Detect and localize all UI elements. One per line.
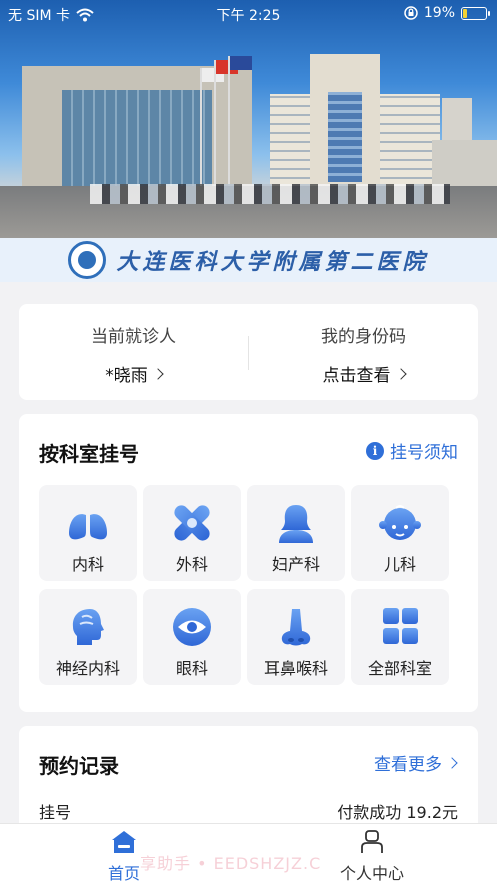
- hospital-logo-icon: [68, 241, 107, 279]
- section-title: 按科室挂号: [39, 442, 139, 466]
- lungs-icon: [69, 505, 107, 540]
- flagpole: [228, 56, 252, 188]
- dept-tile-internal-medicine[interactable]: 内科: [39, 485, 137, 581]
- home-icon: [112, 831, 136, 853]
- grid-icon: [383, 608, 418, 644]
- patient-card: 当前就诊人 *晓雨 我的身份码 点击查看: [19, 304, 478, 400]
- view-more-label: 查看更多: [374, 755, 442, 775]
- info-icon: i: [366, 441, 384, 460]
- dept-label: 儿科: [383, 555, 416, 574]
- building-tower: [310, 54, 380, 186]
- hospital-banner: 大连医科大学附属第二医院: [0, 238, 497, 282]
- chevron-right-icon: [446, 756, 458, 769]
- head-brain-icon: [72, 609, 104, 645]
- dept-label: 神经内科: [55, 659, 120, 678]
- department-registration-card: 按科室挂号 i 挂号须知 内科 外科 妇产科 儿科 神经内科 眼科 耳鼻喉科 全…: [19, 414, 478, 712]
- dept-label: 外科: [175, 555, 208, 574]
- flagpole: [214, 60, 238, 188]
- dept-tile-pediatrics[interactable]: 儿科: [351, 485, 449, 581]
- dept-tile-surgery[interactable]: 外科: [143, 485, 241, 581]
- building-left: [22, 66, 252, 192]
- dept-label: 内科: [71, 555, 104, 574]
- eye-icon: [173, 608, 211, 646]
- dept-label: 耳鼻喉科: [263, 659, 328, 678]
- appointment-status[interactable]: 付款成功 19.2元: [337, 799, 458, 823]
- bandage-icon: [174, 505, 210, 541]
- dept-label: 眼科: [175, 659, 208, 678]
- baby-icon: [379, 505, 421, 540]
- chevron-right-icon: [152, 367, 164, 380]
- battery-charging-icon: [461, 6, 490, 20]
- status-bar: 无 SIM 卡 下午 2:25 19%: [0, 0, 497, 26]
- person-icon: [361, 830, 383, 853]
- woman-icon: [279, 505, 313, 543]
- id-code-label: 我的身份码: [321, 327, 406, 347]
- chevron-right-icon: [394, 367, 407, 380]
- hospital-photo: 无 SIM 卡 下午 2:25 19%: [0, 0, 497, 238]
- nose-icon: [281, 609, 311, 646]
- notice-label: 挂号须知: [390, 443, 458, 463]
- current-patient-selector[interactable]: 当前就诊人 *晓雨: [19, 322, 248, 386]
- view-more-link[interactable]: 查看更多: [374, 750, 458, 775]
- section-title: 预约记录: [39, 754, 119, 778]
- dept-label: 妇产科: [271, 555, 320, 574]
- tab-home-label: 首页: [107, 864, 140, 883]
- registration-notice-link[interactable]: i 挂号须知: [366, 438, 458, 463]
- dept-tile-obstetrics-gynecology[interactable]: 妇产科: [247, 485, 345, 581]
- flagpole: [200, 68, 224, 188]
- dept-label: 全部科室: [367, 659, 432, 678]
- tab-personal-center-label: 个人中心: [339, 864, 404, 883]
- battery-percent: 19%: [423, 5, 455, 21]
- current-patient-label: 当前就诊人: [91, 327, 176, 347]
- dept-tile-ophthalmology[interactable]: 眼科: [143, 589, 241, 685]
- orientation-lock-icon: [404, 6, 418, 20]
- tab-bar: 首页 个人中心: [0, 823, 497, 883]
- tab-home[interactable]: 首页: [44, 830, 204, 883]
- dept-tile-all-departments[interactable]: 全部科室: [351, 589, 449, 685]
- id-code-button[interactable]: 我的身份码 点击查看: [249, 322, 478, 386]
- current-patient-name: *晓雨: [105, 366, 148, 386]
- tab-personal-center[interactable]: 个人中心: [292, 830, 452, 883]
- dept-tile-ent[interactable]: 耳鼻喉科: [247, 589, 345, 685]
- appointment-type: 挂号: [39, 803, 72, 822]
- id-code-view-link: 点击查看: [322, 366, 391, 386]
- hospital-name: 大连医科大学附属第二医院: [116, 249, 429, 275]
- parked-cars: [90, 184, 450, 204]
- dept-tile-neurology[interactable]: 神经内科: [39, 589, 137, 685]
